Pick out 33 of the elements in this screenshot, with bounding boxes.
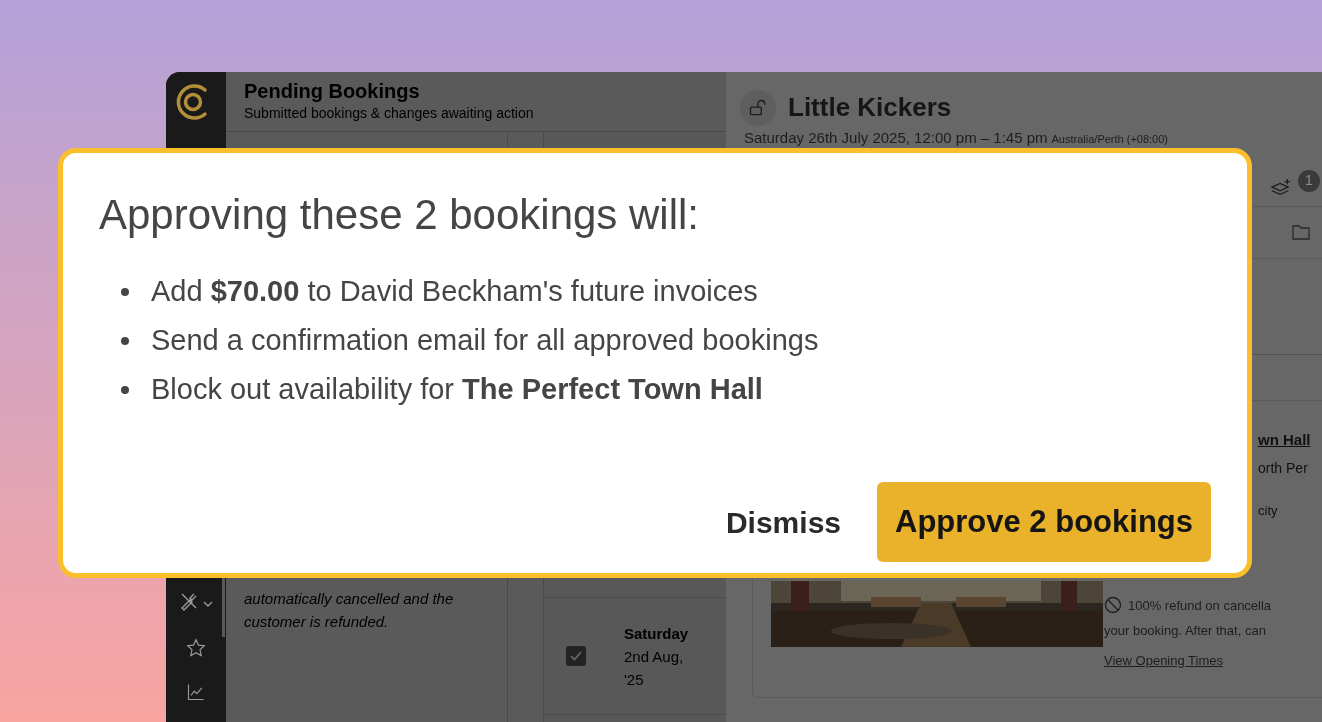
bullet-icon bbox=[121, 385, 129, 394]
page-title: Pending Bookings bbox=[244, 79, 421, 104]
expiry-note: automatically cancelled and the bbox=[244, 589, 455, 609]
refund-policy: your booking. After that, can bbox=[1104, 622, 1267, 640]
booking-date-time: Saturday 26th July 2025, 12:00 pm – 1:45 pm bbox=[744, 129, 1048, 147]
booking-title: Little Kickers bbox=[788, 91, 952, 124]
venue-address: orth Per bbox=[1258, 458, 1309, 478]
timezone: Australia/Perth (+08:00) bbox=[1051, 132, 1168, 147]
chart-icon[interactable] bbox=[186, 682, 206, 702]
booking-day: Saturday bbox=[624, 621, 689, 645]
booking-year: '25 bbox=[624, 669, 645, 690]
ban-icon bbox=[1104, 596, 1122, 615]
page-subtitle: Submitted bookings & changes awaiting action bbox=[244, 104, 535, 122]
bullet-icon bbox=[121, 336, 129, 345]
unlock-icon bbox=[748, 97, 768, 118]
dismiss-button[interactable]: Dismiss bbox=[725, 482, 841, 562]
venue-capacity: city bbox=[1258, 501, 1279, 520]
booking-date: 2nd Aug, bbox=[624, 646, 685, 667]
check-icon bbox=[569, 649, 583, 663]
count-badge: 1 bbox=[1298, 169, 1320, 192]
bullet-icon bbox=[121, 287, 129, 296]
layers-plus-icon[interactable] bbox=[1270, 177, 1292, 198]
refund-policy: 100% refund on cancella bbox=[1128, 596, 1272, 615]
star-icon[interactable] bbox=[186, 638, 206, 658]
dialog-bullet-text: Send a confirmation email for all approved bookings bbox=[151, 322, 819, 358]
dialog-title: Approving these 2 bookings will: bbox=[99, 190, 701, 240]
checkbox[interactable] bbox=[566, 646, 586, 666]
lock-button[interactable] bbox=[740, 89, 776, 126]
folder-icon[interactable] bbox=[1292, 224, 1310, 240]
dialog-bullet-text: Add $70.00 to David Beckham's future invoices bbox=[151, 273, 758, 309]
expiry-note: customer is refunded. bbox=[244, 612, 390, 632]
approve-button[interactable]: Approve 2 bookings bbox=[877, 482, 1211, 562]
dialog-bullet-text: Block out availability for The Perfect Town Hall bbox=[151, 371, 763, 407]
